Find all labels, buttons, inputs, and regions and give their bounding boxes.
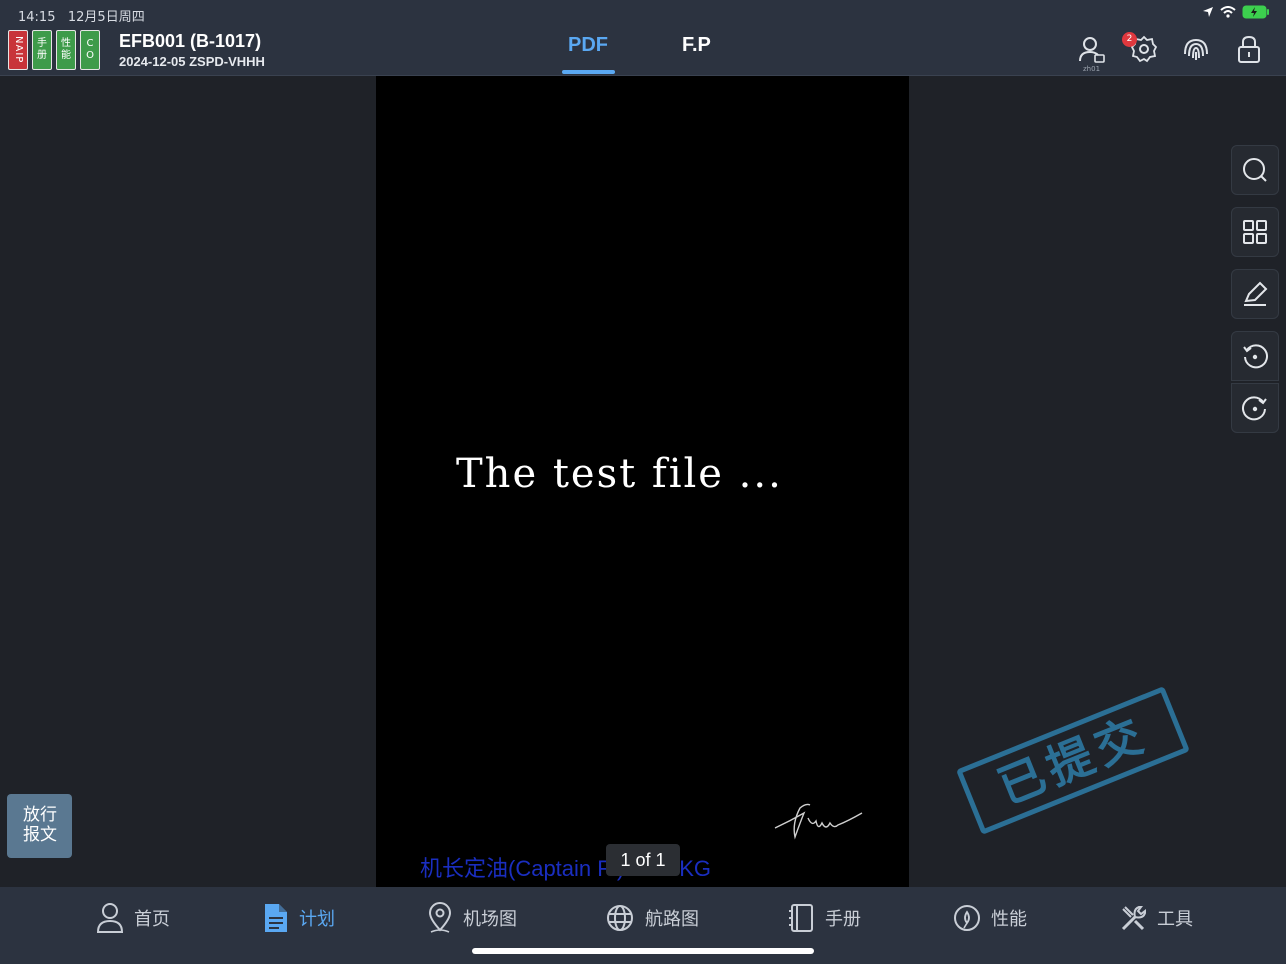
document-icon bbox=[265, 904, 287, 932]
user-icon bbox=[96, 903, 124, 933]
status-time: 14:15 12月5日周四 bbox=[18, 6, 145, 25]
thumbnails-button[interactable] bbox=[1231, 207, 1279, 257]
user-caption: zh01 bbox=[1083, 65, 1101, 73]
status-indicators bbox=[1202, 5, 1270, 19]
tab-airport-chart[interactable]: 机场图 bbox=[427, 901, 517, 935]
lock-icon[interactable] bbox=[1234, 34, 1264, 64]
grid-icon bbox=[1243, 220, 1267, 244]
search-icon bbox=[1243, 158, 1267, 182]
tools-icon bbox=[1121, 906, 1146, 931]
active-tab-indicator bbox=[562, 70, 615, 74]
annotate-button[interactable] bbox=[1231, 269, 1279, 319]
pen-edit-icon bbox=[1244, 281, 1268, 306]
rotate-left-button[interactable] bbox=[1231, 331, 1279, 381]
tab-home[interactable]: 首页 bbox=[96, 901, 170, 935]
location-icon bbox=[1203, 7, 1213, 17]
stamp-text: 已提交 bbox=[990, 706, 1156, 815]
user-account-icon[interactable] bbox=[1077, 34, 1107, 64]
quick-tab-co[interactable]: COCO bbox=[80, 30, 100, 70]
settings-badge: 2 bbox=[1122, 32, 1137, 47]
viewer-toolbar bbox=[1231, 145, 1279, 445]
tab-tools-label: 工具 bbox=[1157, 909, 1193, 930]
tab-tools[interactable]: 工具 bbox=[1119, 901, 1193, 935]
tab-home-label: 首页 bbox=[134, 909, 170, 930]
status-date: 12月5日周四 bbox=[67, 10, 145, 25]
tab-plan-label: 计划 bbox=[299, 909, 335, 930]
tab-plan[interactable]: 计划 bbox=[263, 901, 335, 935]
search-button[interactable] bbox=[1231, 145, 1279, 195]
tab-manual[interactable]: 手册 bbox=[787, 901, 861, 935]
rotate-right-icon bbox=[1242, 396, 1267, 421]
globe-icon bbox=[607, 905, 633, 931]
flight-title: EFB001 (B-1017) bbox=[119, 31, 262, 51]
tab-route-chart[interactable]: 航路图 bbox=[605, 901, 699, 935]
release-message-button[interactable]: 放行 报文 bbox=[7, 794, 72, 858]
quick-tabs: NAIP 手册手册 性能性能 COCO bbox=[8, 30, 100, 70]
tab-manual-label: 手册 bbox=[825, 909, 861, 930]
signature-image bbox=[774, 803, 863, 840]
tab-fp[interactable]: F.P bbox=[682, 34, 711, 57]
pdf-page[interactable]: The test file ... 机长定油(Captain F )3000 K… bbox=[376, 76, 909, 887]
tab-airport-chart-label: 机场图 bbox=[463, 909, 517, 930]
tab-performance-label: 性能 bbox=[991, 909, 1027, 930]
tab-pdf[interactable]: PDF bbox=[568, 34, 608, 57]
document-text: The test file ... bbox=[456, 451, 783, 497]
gauge-icon bbox=[954, 905, 980, 931]
tab-performance[interactable]: 性能 bbox=[953, 901, 1027, 935]
wifi-icon bbox=[1220, 6, 1236, 18]
quick-tab-naip-label: NAIP bbox=[13, 36, 24, 64]
release-button-line1: 放行 bbox=[23, 805, 57, 825]
map-pin-icon bbox=[428, 902, 452, 933]
flight-route-date: 2024-12-05 ZSPD-VHHH bbox=[119, 54, 265, 69]
quick-tab-manual[interactable]: 手册手册 bbox=[32, 30, 52, 70]
app-window: 14:15 12月5日周四 NAIP 手册手册 性能性能 COCO EFB001… bbox=[0, 0, 1286, 964]
status-clock: 14:15 bbox=[18, 10, 56, 25]
release-button-line2: 报文 bbox=[23, 825, 57, 845]
submitted-stamp: 已提交 bbox=[956, 686, 1190, 835]
battery-icon bbox=[1242, 5, 1269, 19]
connectivity-icon[interactable] bbox=[1181, 34, 1211, 64]
quick-tab-performance[interactable]: 性能性能 bbox=[56, 30, 76, 70]
tab-route-chart-label: 航路图 bbox=[645, 909, 699, 930]
home-indicator bbox=[472, 948, 814, 954]
rotate-left-icon bbox=[1243, 344, 1268, 369]
rotate-right-button[interactable] bbox=[1231, 383, 1279, 433]
quick-tab-naip[interactable]: NAIP bbox=[8, 30, 28, 70]
header-bar: 14:15 12月5日周四 NAIP 手册手册 性能性能 COCO EFB001… bbox=[0, 0, 1286, 76]
page-indicator: 1 of 1 bbox=[606, 844, 680, 876]
book-icon bbox=[789, 904, 813, 932]
